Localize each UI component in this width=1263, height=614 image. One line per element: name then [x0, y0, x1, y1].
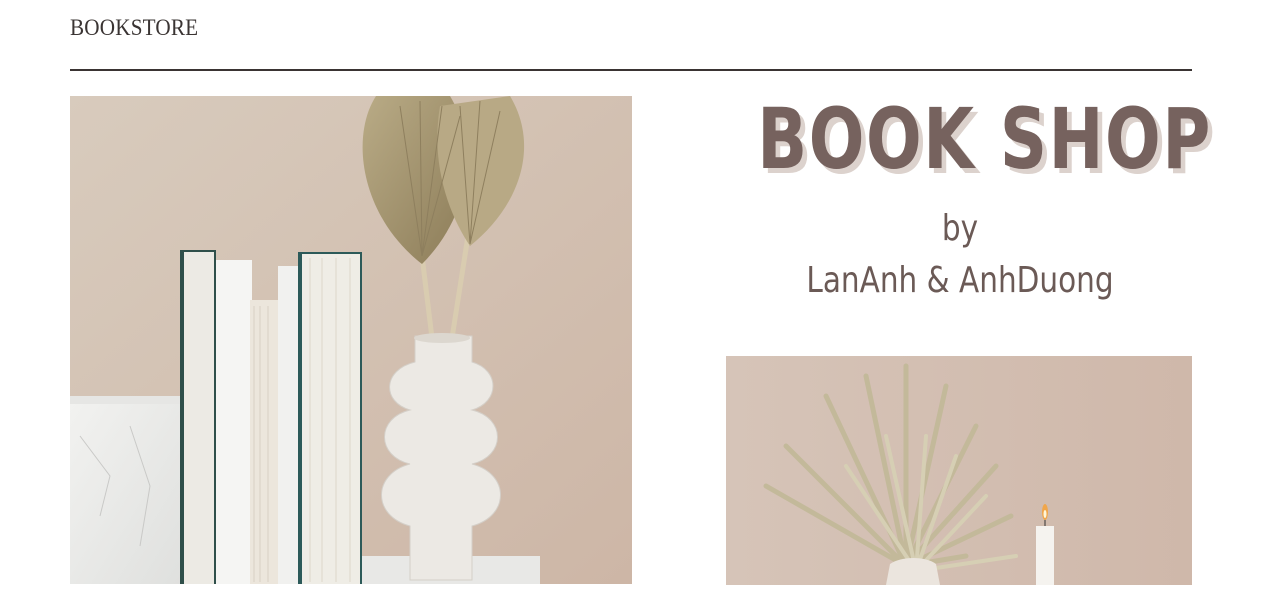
- brand-logo-text[interactable]: BOOKSTORE: [70, 15, 198, 41]
- hero-by-text: by: [941, 208, 979, 249]
- palm-candle-photo: [726, 356, 1192, 585]
- books-vase-photo: [70, 96, 632, 584]
- header-divider: [70, 69, 1192, 71]
- hero-title: BOOK SHOP: [757, 90, 1212, 188]
- hero-authors: LanAnh & AnhDuong: [806, 260, 1114, 301]
